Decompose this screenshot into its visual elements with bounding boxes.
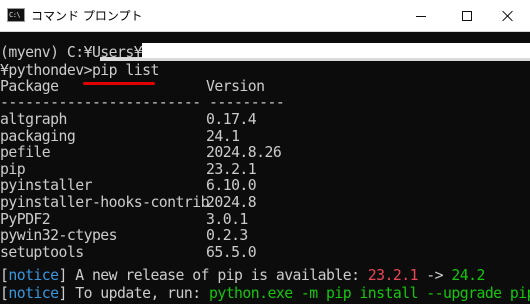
package-row: altgraph 0.17.4 — [0, 111, 257, 129]
package-row: PyPDF2 3.0.1 — [0, 210, 248, 229]
annotation-underline — [83, 82, 155, 85]
separator-text: ------------------------ --------- — [0, 94, 285, 111]
old-version: 23.2.1 — [367, 267, 419, 284]
package-name: pip — [0, 160, 26, 178]
package-row: pyinstaller-hooks-contrib2024.8 — [0, 194, 257, 212]
bracket-close-2: ] — [58, 285, 68, 302]
package-version: 65.5.0 — [206, 243, 257, 261]
package-version: 3.0.1 — [206, 210, 248, 228]
notice-tag-2: notice — [8, 285, 59, 302]
package-row: setuptools 65.5.0 — [0, 243, 257, 262]
close-icon — [502, 10, 514, 22]
package-row: pip 23.2.1 — [0, 160, 257, 179]
title-bar[interactable]: C:\ コマンド プロンプト — [0, 0, 530, 32]
close-button[interactable] — [486, 0, 530, 32]
prompt-path-end: ¥pythondev> — [0, 62, 93, 79]
cmd-app-icon: C:\ — [7, 8, 25, 22]
package-row: packaging 24.1 — [0, 127, 240, 146]
new-version: 24.2 — [451, 267, 485, 284]
bracket-close: ] — [58, 267, 68, 284]
package-version: 2024.8.26 — [206, 144, 282, 162]
header-version: Version — [206, 78, 265, 95]
package-row: pywin32-ctypes 0.2.3 — [0, 227, 248, 245]
maximize-button[interactable] — [444, 0, 490, 32]
package-version: 24.1 — [206, 127, 240, 145]
command-text: pip list — [91, 62, 159, 79]
package-version: 0.2.3 — [206, 227, 248, 245]
console-output[interactable]: (myenv) C:¥Users¥ ¥pythondev>pip list Pa… — [0, 38, 530, 304]
command-prompt-window: C:\ コマンド プロンプト (myenv) C:¥Users¥ ¥python… — [0, 0, 530, 304]
package-name: setuptools — [0, 243, 84, 261]
window-title: コマンド プロンプト — [31, 9, 143, 23]
package-name: pyinstaller — [0, 177, 93, 195]
maximize-icon — [462, 11, 472, 21]
upgrade-command: python.exe -m pip install --upgrade pip — [208, 285, 530, 302]
package-name: PyPDF2 — [0, 210, 51, 228]
table-separator: ------------------------ --------- — [0, 94, 285, 112]
package-name: altgraph — [0, 111, 67, 128]
notice-2-text: To update, run: — [66, 285, 209, 302]
package-version: 2024.8 — [206, 194, 257, 211]
package-version: 0.17.4 — [206, 111, 257, 128]
notice-tag: notice — [8, 267, 59, 284]
notice-line-1: [notice] A new release of pip is availab… — [0, 267, 485, 285]
package-name: packaging — [0, 127, 76, 145]
redaction-mask-2 — [100, 57, 530, 61]
package-name: pefile — [0, 144, 51, 162]
package-row: pefile 2024.8.26 — [0, 144, 282, 162]
minimize-button[interactable] — [398, 0, 444, 32]
package-version: 23.2.1 — [206, 160, 257, 178]
package-version: 6.10.0 — [206, 177, 257, 195]
arrow-text: -> — [417, 267, 452, 284]
notice-line-2: [notice] To update, run: python.exe -m p… — [0, 285, 530, 303]
package-name: pyinstaller-hooks-contrib — [0, 194, 210, 211]
package-row: pyinstaller 6.10.0 — [0, 177, 257, 195]
package-name: pywin32-ctypes — [0, 227, 118, 245]
notice-1-text: A new release of pip is available: — [66, 267, 368, 284]
redaction-mask — [142, 43, 530, 58]
minimize-icon — [416, 15, 426, 17]
